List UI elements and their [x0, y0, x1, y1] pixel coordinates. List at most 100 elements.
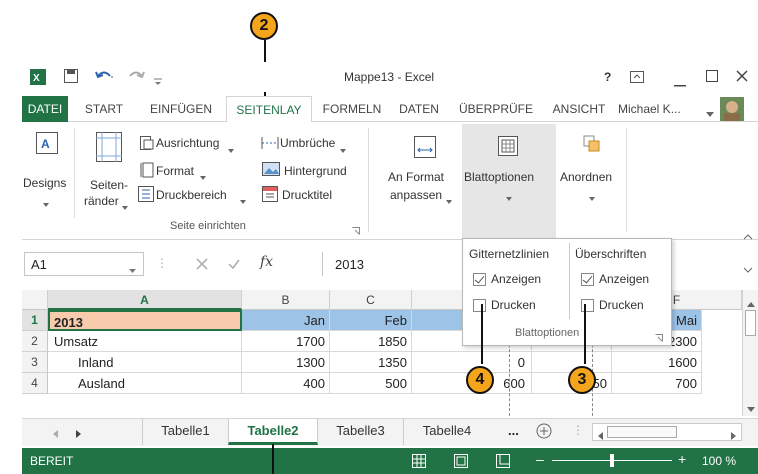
dialog-launcher-icon[interactable] [352, 224, 360, 238]
scroll-down-icon[interactable] [747, 402, 755, 416]
undo-icon[interactable] [94, 68, 114, 87]
orientation-icon[interactable] [140, 136, 154, 153]
designs-icon[interactable]: A [36, 132, 58, 157]
cell-a4[interactable]: Ausland [48, 373, 242, 394]
headings-show-label[interactable]: Anzeigen [599, 272, 649, 286]
vertical-scrollbar[interactable] [742, 290, 758, 416]
quick-access-dropdown-icon[interactable] [154, 74, 162, 88]
zoom-slider-thumb[interactable] [610, 454, 614, 467]
sheet-options-label[interactable]: Blattoptionen [464, 170, 534, 184]
gridlines-print-label[interactable]: Drucken [491, 298, 536, 312]
enter-icon[interactable] [228, 258, 240, 273]
headings-print-label[interactable]: Drucken [599, 298, 644, 312]
gridlines-show-checkbox[interactable] [473, 273, 486, 286]
chevron-down-icon[interactable] [706, 106, 714, 120]
breaks-icon[interactable] [260, 136, 280, 153]
format-dropdown-icon[interactable] [200, 169, 206, 183]
column-header-a[interactable]: A [48, 290, 242, 310]
breaks-dropdown-icon[interactable] [340, 142, 346, 156]
breaks-button[interactable]: Umbrüche [280, 136, 335, 150]
arrange-icon[interactable] [582, 134, 602, 157]
zoom-in-button[interactable]: + [678, 451, 686, 467]
h-scroll-thumb[interactable] [607, 426, 677, 438]
add-sheet-icon[interactable] [536, 423, 552, 442]
minimize-icon[interactable] [674, 76, 686, 90]
cell-b2[interactable]: 1700 [242, 331, 330, 352]
horizontal-scrollbar[interactable] [592, 423, 742, 441]
sheet-tab-tabelle3[interactable]: Tabelle3 [318, 419, 404, 445]
zoom-out-button[interactable]: – [536, 451, 544, 467]
scale-to-fit-label-1[interactable]: An Format [388, 170, 444, 184]
cell-c1[interactable]: Feb [330, 310, 412, 331]
cell-a1[interactable]: 2013 [48, 310, 242, 331]
margins-label-1[interactable]: Seiten- [90, 178, 128, 192]
row-header-1[interactable]: 1 [22, 310, 48, 331]
print-titles-button[interactable]: Drucktitel [282, 188, 332, 202]
sheet-tab-tabelle2[interactable]: Tabelle2 [228, 419, 318, 445]
margins-icon[interactable] [96, 132, 122, 165]
maximize-icon[interactable] [706, 70, 718, 85]
cell-b4[interactable]: 400 [242, 373, 330, 394]
cancel-icon[interactable] [196, 258, 208, 273]
expand-formula-icon[interactable] [743, 262, 753, 276]
scale-to-fit-dropdown-icon[interactable] [446, 193, 452, 207]
scroll-tabs-right-icon[interactable] [76, 427, 82, 441]
cell-a3[interactable]: Inland [48, 352, 242, 373]
row-header-2[interactable]: 2 [22, 331, 48, 352]
close-icon[interactable] [736, 70, 748, 85]
print-area-button[interactable]: Druckbereich [156, 188, 227, 202]
print-area-icon[interactable] [138, 186, 154, 205]
designs-button[interactable]: Designs [23, 176, 66, 190]
name-box[interactable]: A1 [24, 252, 144, 276]
column-header-c[interactable]: C [330, 290, 412, 310]
cell-c3[interactable]: 1350 [330, 352, 412, 373]
arrange-dropdown-icon[interactable] [589, 190, 595, 204]
redo-icon[interactable] [126, 68, 146, 87]
headings-show-checkbox[interactable] [581, 273, 594, 286]
tab-ansicht[interactable]: ANSICHT [544, 96, 614, 122]
format-button[interactable]: Format [156, 164, 194, 178]
sheet-tab-tabelle4[interactable]: Tabelle4 [404, 419, 490, 445]
page-break-view-icon[interactable] [496, 454, 510, 471]
tab-daten[interactable]: DATEN [390, 96, 448, 122]
chevron-down-icon[interactable] [129, 262, 136, 276]
headings-print-checkbox[interactable] [581, 299, 594, 312]
print-area-dropdown-icon[interactable] [240, 193, 246, 207]
gridlines-show-label[interactable]: Anzeigen [491, 272, 541, 286]
cell-c2[interactable]: 1850 [330, 331, 412, 352]
arrange-label[interactable]: Anordnen [560, 170, 612, 184]
scroll-tabs-left-icon[interactable] [52, 427, 58, 441]
background-icon[interactable] [262, 162, 280, 179]
scroll-thumb[interactable] [745, 310, 756, 336]
tab-formeln[interactable]: FORMELN [314, 96, 390, 122]
scroll-up-icon[interactable] [747, 296, 755, 310]
margins-label-2[interactable]: ränder [84, 194, 119, 208]
tab-seitenlayout[interactable]: SEITENLAY [226, 96, 312, 123]
more-sheets-button[interactable]: ... [508, 423, 519, 438]
sheet-options-icon[interactable] [498, 136, 518, 159]
tab-datei[interactable]: DATEI [22, 96, 68, 122]
scale-to-fit-icon[interactable] [414, 136, 436, 161]
select-all-corner[interactable] [22, 290, 48, 310]
print-titles-icon[interactable] [262, 186, 278, 205]
tab-ueberpruefen[interactable]: ÜBERPRÜFE [448, 96, 544, 122]
help-button[interactable]: ? [604, 70, 611, 84]
sheet-tab-tabelle1[interactable]: Tabelle1 [142, 419, 228, 445]
normal-view-icon[interactable] [412, 454, 426, 471]
user-name[interactable]: Michael K... [618, 96, 702, 122]
cell-c4[interactable]: 500 [330, 373, 412, 394]
zoom-level[interactable]: 100 % [702, 454, 736, 468]
collapse-ribbon-icon[interactable] [743, 228, 753, 242]
designs-dropdown-icon[interactable] [43, 196, 49, 210]
orientation-button[interactable]: Ausrichtung [156, 136, 219, 150]
scroll-right-icon[interactable] [731, 429, 737, 443]
save-icon[interactable] [64, 69, 78, 86]
tab-start[interactable]: START [72, 96, 136, 122]
scale-to-fit-label-2[interactable]: anpassen [390, 188, 442, 202]
row-header-3[interactable]: 3 [22, 352, 48, 373]
page-layout-view-icon[interactable] [454, 454, 468, 471]
row-header-4[interactable]: 4 [22, 373, 48, 394]
ribbon-display-icon[interactable] [630, 71, 644, 86]
tab-einfuegen[interactable]: EINFÜGEN [136, 96, 226, 122]
scroll-left-icon[interactable] [597, 429, 603, 443]
